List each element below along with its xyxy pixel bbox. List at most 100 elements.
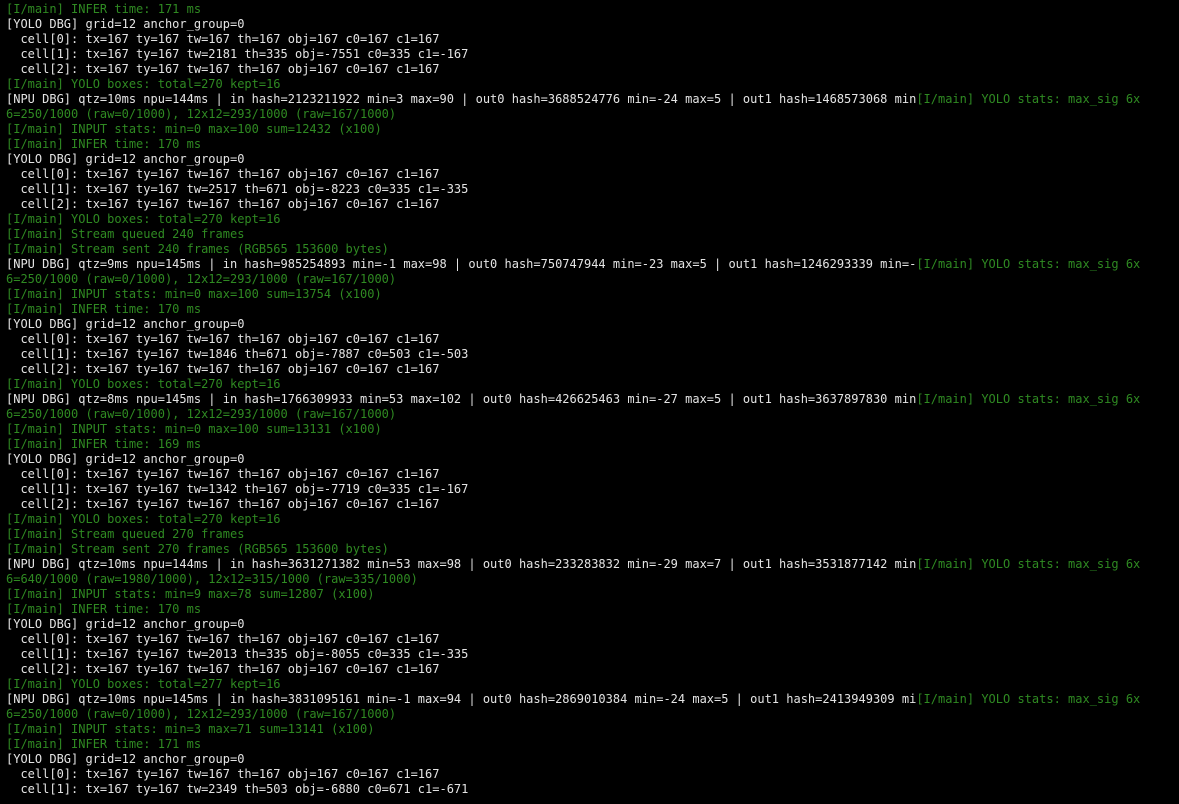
log-line: [I/main] YOLO boxes: total=270 kept=16 bbox=[6, 377, 1179, 392]
log-line: [YOLO DBG] grid=12 anchor_group=0 bbox=[6, 452, 1179, 467]
log-line: cell[0]: tx=167 ty=167 tw=167 th=167 obj… bbox=[6, 332, 1179, 347]
log-line: cell[1]: tx=167 ty=167 tw=2349 th=503 ob… bbox=[6, 782, 1179, 797]
log-debug-text: cell[2]: tx=167 ty=167 tw=167 th=167 obj… bbox=[6, 362, 440, 376]
log-debug-text: cell[2]: tx=167 ty=167 tw=167 th=167 obj… bbox=[6, 662, 440, 676]
log-info-text: [I/main] INFER time: 171 ms bbox=[6, 737, 202, 751]
log-info-text: [I/main] YOLO boxes: total=277 kept=16 bbox=[6, 677, 281, 691]
log-line: 6=250/1000 (raw=0/1000), 12x12=293/1000 … bbox=[6, 272, 1179, 287]
log-line: [I/main] INFER time: 170 ms bbox=[6, 602, 1179, 617]
log-line: [YOLO DBG] grid=12 anchor_group=0 bbox=[6, 617, 1179, 632]
log-line: cell[1]: tx=167 ty=167 tw=1342 th=167 ob… bbox=[6, 482, 1179, 497]
log-debug-text: [NPU DBG] qtz=10ms npu=144ms | in hash=2… bbox=[6, 92, 917, 106]
log-line: 6=250/1000 (raw=0/1000), 12x12=293/1000 … bbox=[6, 407, 1179, 422]
log-info-text: [I/main] YOLO stats: max_sig 6x bbox=[916, 392, 1141, 406]
log-line: 6=640/1000 (raw=1980/1000), 12x12=315/10… bbox=[6, 572, 1179, 587]
log-debug-text: [NPU DBG] qtz=8ms npu=145ms | in hash=17… bbox=[6, 392, 917, 406]
log-line: [NPU DBG] qtz=9ms npu=145ms | in hash=98… bbox=[6, 257, 1179, 272]
log-debug-text: [NPU DBG] qtz=9ms npu=145ms | in hash=98… bbox=[6, 257, 917, 271]
log-line: [NPU DBG] qtz=10ms npu=144ms | in hash=2… bbox=[6, 92, 1179, 107]
log-debug-text: cell[1]: tx=167 ty=167 tw=1342 th=167 ob… bbox=[6, 482, 469, 496]
log-info-text: [I/main] YOLO stats: max_sig 6x bbox=[916, 557, 1141, 571]
log-line: [I/main] Stream sent 270 frames (RGB565 … bbox=[6, 542, 1179, 557]
log-info-text: [I/main] INFER time: 171 ms bbox=[6, 2, 202, 16]
log-line: [I/main] Stream sent 240 frames (RGB565 … bbox=[6, 242, 1179, 257]
log-line: [NPU DBG] qtz=10ms npu=145ms | in hash=3… bbox=[6, 692, 1179, 707]
log-info-text: [I/main] YOLO stats: max_sig 6x bbox=[916, 257, 1141, 271]
log-debug-text: cell[1]: tx=167 ty=167 tw=1846 th=671 ob… bbox=[6, 347, 469, 361]
log-line: [I/main] YOLO boxes: total=277 kept=16 bbox=[6, 677, 1179, 692]
log-debug-text: cell[1]: tx=167 ty=167 tw=2013 th=335 ob… bbox=[6, 647, 469, 661]
log-line: cell[2]: tx=167 ty=167 tw=167 th=167 obj… bbox=[6, 62, 1179, 77]
log-info-text: [I/main] INPUT stats: min=0 max=100 sum=… bbox=[6, 122, 382, 136]
log-line: [YOLO DBG] grid=12 anchor_group=0 bbox=[6, 752, 1179, 767]
log-info-text: 6=250/1000 (raw=0/1000), 12x12=293/1000 … bbox=[6, 107, 397, 121]
log-info-text: [I/main] INFER time: 170 ms bbox=[6, 137, 202, 151]
log-line: [I/main] INPUT stats: min=0 max=100 sum=… bbox=[6, 422, 1179, 437]
log-line: [I/main] INPUT stats: min=0 max=100 sum=… bbox=[6, 122, 1179, 137]
log-line: cell[0]: tx=167 ty=167 tw=167 th=167 obj… bbox=[6, 767, 1179, 782]
terminal-output[interactable]: [I/main] INFER time: 171 ms [YOLO DBG] gr… bbox=[0, 0, 1179, 804]
log-debug-text: cell[1]: tx=167 ty=167 tw=2517 th=671 ob… bbox=[6, 182, 469, 196]
log-debug-text: [YOLO DBG] grid=12 anchor_group=0 bbox=[6, 152, 245, 166]
log-debug-text: [YOLO DBG] grid=12 anchor_group=0 bbox=[6, 617, 245, 631]
log-debug-text: [NPU DBG] qtz=10ms npu=144ms | in hash=3… bbox=[6, 557, 917, 571]
log-info-text: [I/main] INFER time: 169 ms bbox=[6, 437, 202, 451]
log-info-text: [I/main] INPUT stats: min=0 max=100 sum=… bbox=[6, 422, 382, 436]
log-info-text: 6=250/1000 (raw=0/1000), 12x12=293/1000 … bbox=[6, 707, 397, 721]
log-line: [I/main] YOLO boxes: total=270 kept=16 bbox=[6, 212, 1179, 227]
log-line: cell[1]: tx=167 ty=167 tw=2013 th=335 ob… bbox=[6, 647, 1179, 662]
log-info-text: [I/main] Stream queued 240 frames bbox=[6, 227, 245, 241]
log-debug-text: cell[2]: tx=167 ty=167 tw=167 th=167 obj… bbox=[6, 197, 440, 211]
log-line: cell[1]: tx=167 ty=167 tw=1846 th=671 ob… bbox=[6, 347, 1179, 362]
log-info-text: [I/main] INPUT stats: min=0 max=100 sum=… bbox=[6, 287, 382, 301]
log-debug-text: cell[0]: tx=167 ty=167 tw=167 th=167 obj… bbox=[6, 632, 440, 646]
log-debug-text: cell[2]: tx=167 ty=167 tw=167 th=167 obj… bbox=[6, 62, 440, 76]
log-line: cell[0]: tx=167 ty=167 tw=167 th=167 obj… bbox=[6, 32, 1179, 47]
log-info-text: [I/main] Stream sent 240 frames (RGB565 … bbox=[6, 242, 389, 256]
log-debug-text: [YOLO DBG] grid=12 anchor_group=0 bbox=[6, 452, 245, 466]
log-line: [I/main] YOLO boxes: total=270 kept=16 bbox=[6, 512, 1179, 527]
log-line: [I/main] INFER time: 171 ms bbox=[6, 737, 1179, 752]
log-debug-text: cell[0]: tx=167 ty=167 tw=167 th=167 obj… bbox=[6, 467, 440, 481]
log-info-text: 6=250/1000 (raw=0/1000), 12x12=293/1000 … bbox=[6, 272, 397, 286]
log-debug-text: cell[2]: tx=167 ty=167 tw=167 th=167 obj… bbox=[6, 497, 440, 511]
log-info-text: 6=640/1000 (raw=1980/1000), 12x12=315/10… bbox=[6, 572, 418, 586]
log-line: 6=250/1000 (raw=0/1000), 12x12=293/1000 … bbox=[6, 107, 1179, 122]
log-line: [I/main] INFER time: 170 ms bbox=[6, 137, 1179, 152]
log-line: [YOLO DBG] grid=12 anchor_group=0 bbox=[6, 152, 1179, 167]
log-line: cell[0]: tx=167 ty=167 tw=167 th=167 obj… bbox=[6, 167, 1179, 182]
log-info-text: [I/main] INPUT stats: min=3 max=71 sum=1… bbox=[6, 722, 375, 736]
log-debug-text: cell[0]: tx=167 ty=167 tw=167 th=167 obj… bbox=[6, 167, 440, 181]
log-debug-text: cell[0]: tx=167 ty=167 tw=167 th=167 obj… bbox=[6, 32, 440, 46]
log-line: 6=250/1000 (raw=0/1000), 12x12=293/1000 … bbox=[6, 707, 1179, 722]
log-line: [I/main] INPUT stats: min=3 max=71 sum=1… bbox=[6, 722, 1179, 737]
log-line: [I/main] YOLO boxes: total=270 kept=16 bbox=[6, 77, 1179, 92]
log-line: [I/main] INFER time: 170 ms bbox=[6, 302, 1179, 317]
log-info-text: [I/main] YOLO boxes: total=270 kept=16 bbox=[6, 377, 281, 391]
log-line: cell[2]: tx=167 ty=167 tw=167 th=167 obj… bbox=[6, 497, 1179, 512]
log-debug-text: [YOLO DBG] grid=12 anchor_group=0 bbox=[6, 17, 245, 31]
log-debug-text: cell[0]: tx=167 ty=167 tw=167 th=167 obj… bbox=[6, 767, 440, 781]
log-line: [NPU DBG] qtz=8ms npu=145ms | in hash=17… bbox=[6, 392, 1179, 407]
log-line: [I/main] Stream queued 270 frames bbox=[6, 527, 1179, 542]
log-debug-text: cell[1]: tx=167 ty=167 tw=2181 th=335 ob… bbox=[6, 47, 469, 61]
log-info-text: [I/main] YOLO boxes: total=270 kept=16 bbox=[6, 212, 281, 226]
log-line: [YOLO DBG] grid=12 anchor_group=0 bbox=[6, 17, 1179, 32]
log-debug-text: [NPU DBG] qtz=10ms npu=145ms | in hash=3… bbox=[6, 692, 917, 706]
log-info-text: [I/main] YOLO stats: max_sig 6x bbox=[916, 692, 1141, 706]
log-line: cell[0]: tx=167 ty=167 tw=167 th=167 obj… bbox=[6, 632, 1179, 647]
log-line: [I/main] INPUT stats: min=9 max=78 sum=1… bbox=[6, 587, 1179, 602]
log-debug-text: [YOLO DBG] grid=12 anchor_group=0 bbox=[6, 752, 245, 766]
log-line: [I/main] Stream queued 240 frames bbox=[6, 227, 1179, 242]
log-info-text: [I/main] INPUT stats: min=9 max=78 sum=1… bbox=[6, 587, 375, 601]
log-line: cell[2]: tx=167 ty=167 tw=167 th=167 obj… bbox=[6, 197, 1179, 212]
log-line: [YOLO DBG] grid=12 anchor_group=0 bbox=[6, 317, 1179, 332]
log-info-text: [I/main] INFER time: 170 ms bbox=[6, 302, 202, 316]
log-debug-text: cell[1]: tx=167 ty=167 tw=2349 th=503 ob… bbox=[6, 782, 469, 796]
log-info-text: 6=250/1000 (raw=0/1000), 12x12=293/1000 … bbox=[6, 407, 397, 421]
log-debug-text: cell[0]: tx=167 ty=167 tw=167 th=167 obj… bbox=[6, 332, 440, 346]
log-info-text: [I/main] Stream sent 270 frames (RGB565 … bbox=[6, 542, 389, 556]
log-info-text: [I/main] INFER time: 170 ms bbox=[6, 602, 202, 616]
log-line: [I/main] INFER time: 169 ms bbox=[6, 437, 1179, 452]
log-line: [NPU DBG] qtz=10ms npu=144ms | in hash=3… bbox=[6, 557, 1179, 572]
